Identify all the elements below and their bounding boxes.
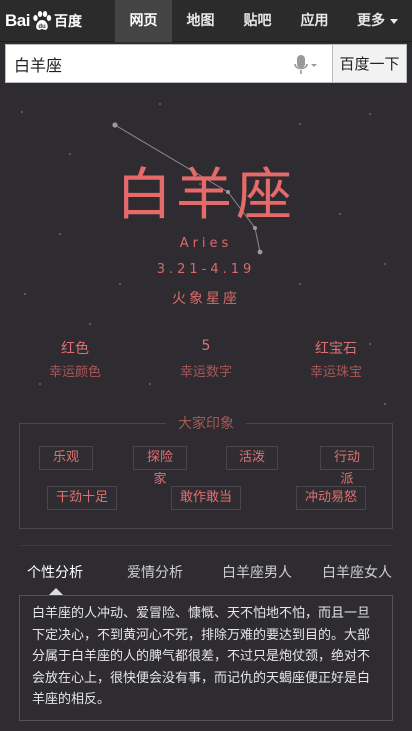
impression-tag[interactable]: 探险家 — [133, 446, 187, 487]
lucky-color: 红色 幸运颜色 — [20, 338, 130, 380]
impressions-box — [19, 423, 393, 529]
lucky-number: 5 幸运数字 — [151, 338, 261, 380]
impression-tag[interactable]: 行动派 — [320, 446, 374, 487]
sign-english-name: Aries — [179, 236, 233, 251]
impression-tag[interactable]: 乐观 — [39, 446, 93, 470]
active-tab-pointer — [49, 588, 63, 595]
logo-text-baidu: 百度 — [53, 13, 82, 29]
nav-item-web[interactable]: 网页 — [115, 0, 172, 42]
search-button[interactable]: 百度一下 — [332, 44, 407, 83]
lucky-number-value: 5 — [201, 338, 211, 354]
impression-tag[interactable]: 干劲十足 — [47, 486, 117, 510]
lucky-jewel: 红宝石 幸运珠宝 — [281, 338, 391, 380]
search-input[interactable] — [6, 45, 276, 82]
impression-tag[interactable]: 敢作敢当 — [171, 486, 241, 510]
tab-personality[interactable]: 个性分析 — [27, 562, 83, 582]
lucky-jewel-label: 幸运珠宝 — [309, 365, 362, 380]
nav-item-apps[interactable]: 应用 — [286, 0, 343, 42]
search-bar: 百度一下 — [5, 44, 407, 83]
analysis-content: 白羊座的人冲动、爱冒险、慷慨、天不怕地不怕，而且一旦下定决心，不到黄河心不死，排… — [19, 595, 393, 721]
microphone-icon[interactable] — [294, 54, 318, 76]
nav-item-more[interactable]: 更多 — [343, 0, 412, 42]
lucky-color-value: 红色 — [61, 341, 89, 357]
baidu-logo[interactable]: Bai du 百度 — [5, 9, 82, 33]
sign-title: 白羊座 — [116, 163, 296, 228]
nav-item-tieba[interactable]: 贴吧 — [229, 0, 286, 42]
tab-aries-men[interactable]: 白羊座男人 — [222, 562, 292, 582]
top-nav-bar: Bai du 百度 网页 地图 贴吧 应用 更多 — [0, 0, 412, 42]
nav-item-map[interactable]: 地图 — [172, 0, 229, 42]
main-nav: 网页 地图 贴吧 应用 更多 — [115, 0, 412, 42]
impression-tag[interactable]: 冲动易怒 — [296, 486, 366, 510]
lucky-jewel-value: 红宝石 — [315, 341, 357, 357]
lucky-color-label: 幸运颜色 — [48, 365, 101, 380]
svg-text:du: du — [38, 24, 46, 30]
sign-element: 火象星座 — [172, 291, 240, 307]
tab-love[interactable]: 爱情分析 — [127, 562, 183, 582]
section-divider — [19, 545, 393, 546]
search-box — [5, 44, 332, 83]
analysis-tabs: 个性分析 爱情分析 白羊座男人 白羊座女人 — [0, 552, 412, 592]
tab-aries-women[interactable]: 白羊座女人 — [322, 562, 392, 582]
logo-text-bai: Bai — [5, 11, 30, 30]
impression-tag[interactable]: 活泼 — [226, 446, 278, 470]
lucky-number-label: 幸运数字 — [179, 365, 232, 380]
paw-icon: du — [33, 11, 52, 30]
sign-date-range: 3.21-4.19 — [156, 262, 256, 277]
chevron-down-icon — [390, 18, 398, 24]
impressions-title: 大家印象 — [0, 413, 412, 433]
